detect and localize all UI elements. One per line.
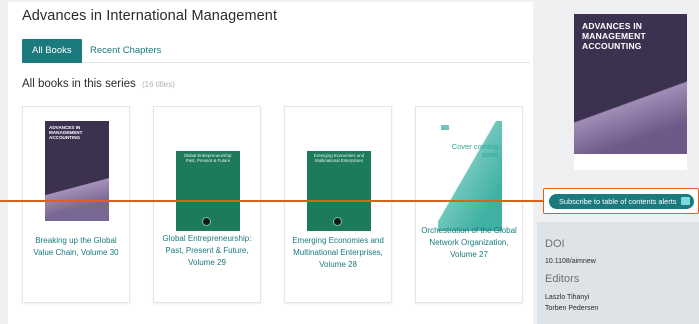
cover-title: Emerging Economies and Multinational Ent… — [313, 153, 365, 163]
book-title-link[interactable]: Orchestration of the Global Network Orga… — [420, 225, 518, 261]
publisher-logo-icon — [333, 217, 342, 226]
tab-bar: All Books Recent Chapters — [22, 38, 530, 63]
book-card[interactable]: Emerging Economies and Multinational Ent… — [284, 106, 392, 303]
title-count: (16 titles) — [141, 80, 175, 89]
book-cover[interactable]: Emerging Economies and Multinational Ent… — [307, 121, 371, 231]
highlight-box: Subscribe to table of contents alerts — [543, 188, 699, 214]
book-title-link[interactable]: Emerging Economies and Multinational Ent… — [289, 235, 387, 271]
cover-title: ADVANCES IN MANAGEMENT ACCOUNTING — [49, 125, 83, 141]
subscribe-label: Subscribe to table of contents alerts — [559, 197, 677, 206]
book-cover[interactable]: Global Entrepreneurship: Past, Present &… — [176, 121, 240, 231]
book-card[interactable]: Cover coming soon Orchestration of the G… — [415, 106, 523, 303]
cover-header — [307, 121, 371, 149]
cover-coming-soon: Cover coming soon — [451, 142, 498, 159]
section-heading: All books in this series (16 titles) — [22, 78, 175, 90]
cover-header — [176, 121, 240, 149]
book-card[interactable]: Global Entrepreneurship: Past, Present &… — [153, 106, 261, 303]
tab-all-books[interactable]: All Books — [22, 39, 82, 63]
publisher-logo-icon — [202, 217, 211, 226]
publisher-logo-icon — [441, 125, 449, 130]
page-title: Advances in International Management — [22, 8, 278, 24]
book-cover[interactable]: Cover coming soon — [438, 121, 502, 231]
book-cover[interactable]: ADVANCES IN MANAGEMENT ACCOUNTING — [45, 121, 109, 231]
tab-recent-chapters[interactable]: Recent Chapters — [80, 39, 171, 63]
subscribe-alerts-button[interactable]: Subscribe to table of contents alerts — [549, 194, 694, 209]
cover-background — [438, 121, 502, 231]
editor-name[interactable]: Laszlo Tihanyi — [545, 294, 589, 301]
editors-heading: Editors — [545, 273, 580, 285]
book-card[interactable]: ADVANCES IN MANAGEMENT ACCOUNTING Breaki… — [22, 106, 130, 303]
doi-value: 10.1108/aimnew — [545, 258, 596, 265]
series-cover: ADVANCES IN MANAGEMENT ACCOUNTING — [574, 14, 687, 170]
section-heading-label: All books in this series — [22, 78, 136, 90]
mail-icon — [681, 197, 690, 205]
cover-title: Global Entrepreneurship: Past, Present &… — [183, 153, 233, 163]
cover-title: ADVANCES IN MANAGEMENT ACCOUNTING — [582, 21, 646, 51]
highlight-callout-line — [0, 200, 543, 202]
cover-footer — [574, 154, 687, 170]
editor-name[interactable]: Torben Pedersen — [545, 305, 598, 312]
book-title-link[interactable]: Global Entrepreneurship: Past, Present &… — [158, 233, 256, 269]
cover-stripe — [45, 166, 109, 221]
book-title-link[interactable]: Breaking up the Global Value Chain, Volu… — [27, 235, 125, 259]
doi-heading: DOI — [545, 238, 565, 250]
cover-stripe — [574, 76, 687, 156]
